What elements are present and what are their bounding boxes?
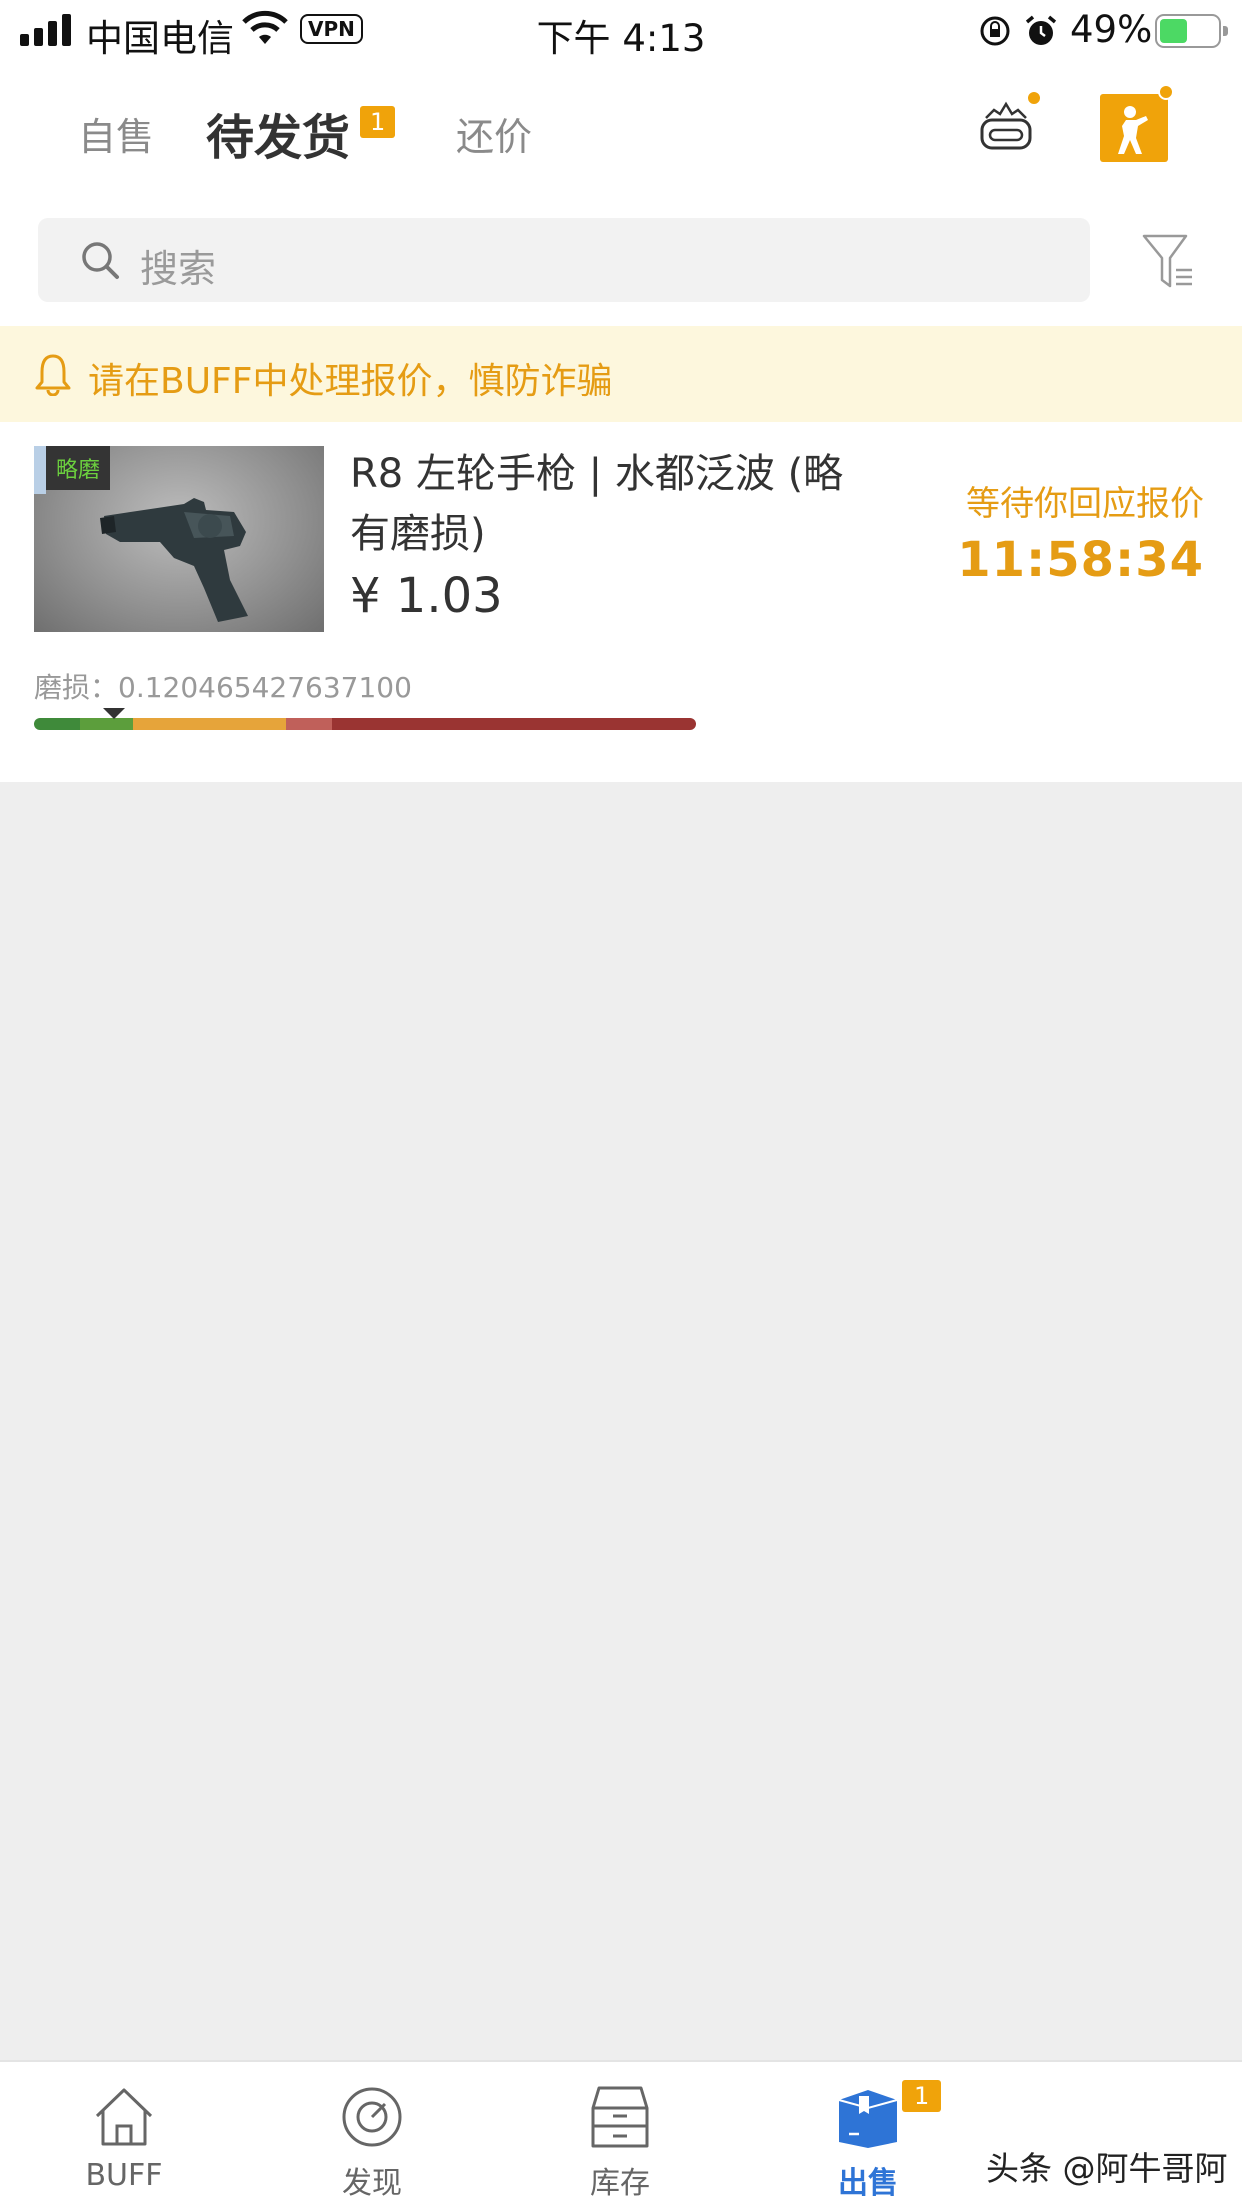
- nav-discover[interactable]: 发现: [282, 2084, 462, 2202]
- battery-icon: [1155, 14, 1228, 48]
- wear-segment-minimal-wear: [80, 718, 134, 730]
- game-notification-dot: [1158, 84, 1174, 100]
- wear-segment-field-tested: [133, 718, 286, 730]
- offer-status: 等待你回应报价: [966, 484, 1204, 524]
- pending-count-badge: 1: [360, 106, 396, 138]
- wear-segment-well-worn: [285, 718, 332, 730]
- home-icon: [95, 2088, 153, 2146]
- top-header: 自售 待发货 1 还价: [0, 62, 1242, 204]
- search-placeholder: 搜索: [140, 247, 217, 291]
- filter-icon[interactable]: [1140, 230, 1196, 290]
- search-area: 搜索: [0, 204, 1242, 326]
- tab-pending-delivery[interactable]: 待发货: [206, 98, 350, 168]
- inventory-icon: [591, 2086, 649, 2148]
- discover-icon: [342, 2087, 402, 2147]
- tab-counter-offer[interactable]: 还价: [456, 106, 532, 161]
- wear-gradient-bar: [34, 718, 696, 730]
- nav-inventory-label: 库存: [590, 2166, 650, 2201]
- offer-item-card[interactable]: 略磨 R8 左轮手枪 | 水都泛波 (略有磨损) ¥ 1.03 等待你回应报价 …: [0, 422, 1242, 782]
- battery-percent: 49%: [1070, 8, 1153, 51]
- watermark: 头条 @阿牛哥阿: [986, 2149, 1228, 2188]
- rotation-lock-icon: [980, 16, 1010, 46]
- wear-marker: [102, 708, 125, 719]
- search-icon: [82, 242, 119, 279]
- nav-discover-label: 发现: [342, 2166, 402, 2201]
- wear-tag: 略磨: [46, 446, 111, 490]
- item-thumbnail[interactable]: 略磨: [34, 446, 324, 632]
- tab-self-sell[interactable]: 自售: [78, 106, 154, 161]
- wear-segment-factory-new: [34, 718, 81, 730]
- search-input[interactable]: 搜索: [38, 218, 1090, 302]
- rarity-stripe: [34, 446, 46, 494]
- status-bar: 中国电信 VPN 下午 4:13 49%: [0, 0, 1242, 62]
- bell-icon: [35, 354, 71, 396]
- nav-sell-label: 出售: [838, 2166, 898, 2201]
- item-name[interactable]: R8 左轮手枪 | 水都泛波 (略有磨损): [350, 444, 870, 564]
- item-price: ¥ 1.03: [350, 568, 503, 624]
- nav-buff[interactable]: BUFF: [34, 2084, 214, 2193]
- wear-segment-battle-scarred: [331, 718, 696, 730]
- notice-text: 请在BUFF中处理报价，慎防诈骗: [88, 361, 613, 402]
- sell-count-badge: 1: [902, 2080, 942, 2112]
- game-csgo-icon[interactable]: [1100, 94, 1168, 162]
- sell-box-icon: [838, 2090, 898, 2148]
- alarm-icon: [1025, 15, 1057, 45]
- wear-value-label: 磨损：0.120465427637100: [34, 671, 412, 704]
- robot-notification-dot: [1026, 90, 1042, 106]
- countdown-timer: 11:58:34: [957, 532, 1204, 588]
- robot-icon[interactable]: [976, 96, 1036, 156]
- nav-buff-label: BUFF: [85, 2158, 163, 2193]
- fraud-notice-banner: 请在BUFF中处理报价，慎防诈骗: [0, 326, 1242, 422]
- nav-inventory[interactable]: 库存: [530, 2084, 710, 2202]
